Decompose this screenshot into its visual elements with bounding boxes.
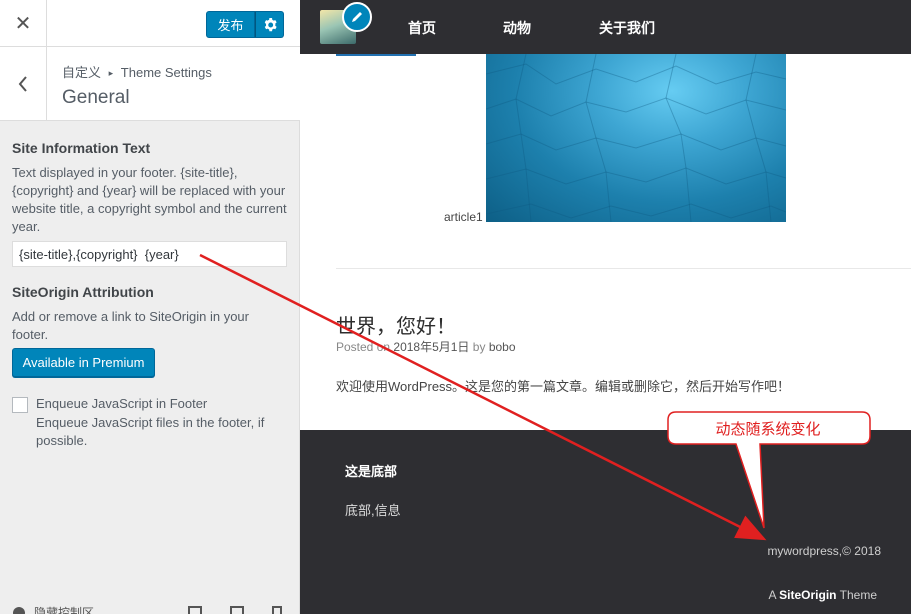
footer-widget-title: 这是底部 — [345, 464, 398, 479]
breadcrumb-parent: Theme Settings — [120, 65, 212, 80]
site-preview: 首页 动物 关于我们 article1 世界，您好！ Posted on 201… — [300, 0, 911, 614]
content-divider — [336, 268, 911, 269]
site-footer: 这是底部 底部,信息 mywordpress,© 2018 A SiteOrig… — [300, 430, 911, 614]
chevron-left-icon — [18, 75, 27, 92]
post-meta-posted: Posted on — [336, 340, 391, 354]
hide-controls-button[interactable]: 隐藏控制区 — [12, 604, 94, 614]
enqueue-js-label[interactable]: Enqueue JavaScript in Footer — [36, 396, 207, 411]
footer-credit-suffix: Theme — [839, 588, 877, 602]
post-date[interactable]: 2018年5月1日 — [393, 340, 469, 354]
footer-credit-prefix: A — [768, 588, 776, 602]
enqueue-js-checkbox[interactable] — [12, 397, 28, 413]
breadcrumb-root: 自定义 — [62, 65, 102, 80]
hide-controls-label: 隐藏控制区 — [34, 606, 95, 614]
site-info-description: Text displayed in your footer. {site-tit… — [12, 165, 287, 234]
post-author[interactable]: bobo — [489, 340, 516, 354]
available-in-premium-button[interactable]: Available in Premium — [12, 348, 155, 377]
attribution-description: Add or remove a link to SiteOrigin in yo… — [12, 309, 249, 342]
callout-text: 动态随系统变化 — [715, 420, 821, 438]
footer-widget-text: 底部,信息 — [345, 503, 401, 518]
publish-settings-button[interactable] — [255, 11, 284, 38]
hide-controls-icon — [13, 606, 25, 614]
back-button[interactable] — [0, 47, 47, 120]
polygon-pattern — [486, 54, 786, 222]
nav-item-about[interactable]: 关于我们 — [599, 18, 655, 38]
customizer-panel: ✕ 发布 自定义 ▸ Theme Settings General Site I… — [0, 0, 300, 614]
enqueue-js-description: Enqueue JavaScript files in the footer, … — [36, 415, 265, 448]
customizer-header: ✕ 发布 — [0, 0, 300, 47]
close-button[interactable]: ✕ — [0, 0, 47, 47]
logo-link-underline — [336, 54, 416, 56]
attribution-title: SiteOrigin Attribution — [12, 284, 154, 300]
site-navigation: 首页 动物 关于我们 — [300, 0, 911, 54]
tablet-device-icon[interactable] — [230, 606, 244, 614]
post-excerpt: 欢迎使用WordPress。这是您的第一篇文章。编辑或删除它，然后开始写作吧！ — [336, 379, 791, 394]
site-info-title: Site Information Text — [12, 140, 151, 156]
close-icon: ✕ — [14, 13, 32, 35]
section-header: 自定义 ▸ Theme Settings General — [0, 47, 300, 121]
footer-credit-brand[interactable]: SiteOrigin — [779, 588, 836, 602]
post-meta: Posted on 2018年5月1日 by bobo — [336, 338, 516, 355]
breadcrumb-separator: ▸ — [108, 68, 114, 78]
nav-item-home[interactable]: 首页 — [408, 18, 436, 38]
nav-item-animals[interactable]: 动物 — [503, 18, 531, 38]
gear-icon — [264, 17, 277, 31]
section-title: General — [62, 87, 130, 108]
edit-shortcut-button[interactable] — [342, 2, 372, 32]
pencil-icon — [352, 12, 362, 22]
customizer-footer: 隐藏控制区 — [0, 600, 300, 614]
publish-button[interactable]: 发布 — [206, 11, 255, 38]
site-info-input[interactable] — [12, 241, 287, 267]
article-caption[interactable]: article1 — [444, 210, 483, 224]
article-featured-image[interactable] — [486, 54, 786, 222]
post-title[interactable]: 世界，您好！ — [336, 310, 456, 339]
post-meta-by: by — [472, 340, 486, 354]
footer-copyright: mywordpress,© 2018 — [767, 544, 881, 558]
desktop-device-icon[interactable] — [188, 606, 202, 614]
mobile-device-icon[interactable] — [272, 606, 282, 614]
footer-credit: A SiteOrigin Theme — [768, 588, 877, 602]
breadcrumb: 自定义 ▸ Theme Settings — [62, 62, 212, 81]
